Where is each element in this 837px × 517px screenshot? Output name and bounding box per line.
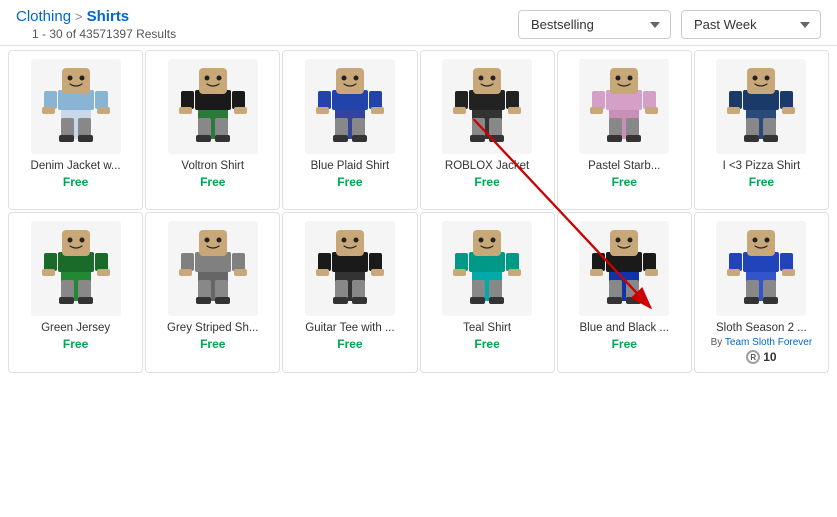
item-price: Free	[474, 337, 499, 351]
item-card[interactable]: Green Jersey Free	[8, 212, 143, 373]
item-name: Green Jersey	[17, 322, 134, 334]
item-thumbnail	[579, 59, 669, 154]
item-thumbnail	[305, 221, 395, 316]
item-price: Free	[63, 175, 88, 189]
item-name: Blue and Black ...	[566, 322, 683, 334]
item-price: Free	[612, 337, 637, 351]
item-name: Denim Jacket w...	[17, 160, 134, 172]
item-card[interactable]: Voltron Shirt Free	[145, 50, 280, 210]
item-card[interactable]: Blue and Black ... Free	[557, 212, 692, 373]
item-creator: By Team Sloth Forever	[711, 337, 813, 348]
item-price: Free	[63, 337, 88, 351]
item-name: Grey Striped Sh...	[154, 322, 271, 334]
item-name: Pastel Starb...	[566, 160, 683, 172]
item-thumbnail	[579, 221, 669, 316]
item-price: Free	[200, 175, 225, 189]
item-thumbnail	[442, 59, 532, 154]
item-name: Voltron Shirt	[154, 160, 271, 172]
item-card[interactable]: Pastel Starb... Free	[557, 50, 692, 210]
item-card[interactable]: I <3 Pizza Shirt Free	[694, 50, 829, 210]
item-price: R 10	[746, 350, 776, 364]
main-content: Denim Jacket w... Free Voltron Shirt Free	[0, 46, 837, 377]
breadcrumb-separator: >	[75, 9, 83, 24]
item-name: I <3 Pizza Shirt	[703, 160, 820, 172]
item-thumbnail	[31, 59, 121, 154]
items-grid: Denim Jacket w... Free Voltron Shirt Free	[0, 46, 837, 377]
item-thumbnail	[305, 59, 395, 154]
item-name: Sloth Season 2 ...	[703, 322, 820, 334]
item-card[interactable]: ROBLOX Jacket Free	[420, 50, 555, 210]
item-name: Guitar Tee with ...	[291, 322, 408, 334]
item-price: Free	[337, 175, 362, 189]
item-price: Free	[612, 175, 637, 189]
item-card[interactable]: Sloth Season 2 ... By Team Sloth Forever R…	[694, 212, 829, 373]
item-thumbnail	[168, 59, 258, 154]
item-card[interactable]: Blue Plaid Shirt Free	[282, 50, 417, 210]
breadcrumb-current: Shirts	[87, 8, 130, 25]
item-thumbnail	[31, 221, 121, 316]
item-thumbnail	[442, 221, 532, 316]
item-price: Free	[337, 337, 362, 351]
breadcrumb: Clothing > Shirts	[16, 8, 176, 25]
sort-select[interactable]: Bestselling Relevance Price (Low to High…	[518, 10, 671, 39]
breadcrumb-parent[interactable]: Clothing	[16, 8, 71, 25]
item-card[interactable]: Guitar Tee with ... Free	[282, 212, 417, 373]
item-card[interactable]: Denim Jacket w... Free	[8, 50, 143, 210]
filter-bar: Bestselling Relevance Price (Low to High…	[518, 10, 821, 39]
item-name: ROBLOX Jacket	[429, 160, 546, 172]
item-price: Free	[200, 337, 225, 351]
time-select[interactable]: Past Day Past Week Past Month All Time	[681, 10, 821, 39]
results-info: 1 - 30 of 43571397 Results	[16, 27, 176, 41]
item-card[interactable]: Teal Shirt Free	[420, 212, 555, 373]
item-price: Free	[749, 175, 774, 189]
item-name: Teal Shirt	[429, 322, 546, 334]
item-thumbnail	[716, 59, 806, 154]
robux-icon: R	[746, 350, 760, 364]
item-thumbnail	[716, 221, 806, 316]
item-card[interactable]: Grey Striped Sh... Free	[145, 212, 280, 373]
item-thumbnail	[168, 221, 258, 316]
item-price: Free	[474, 175, 499, 189]
item-name: Blue Plaid Shirt	[291, 160, 408, 172]
